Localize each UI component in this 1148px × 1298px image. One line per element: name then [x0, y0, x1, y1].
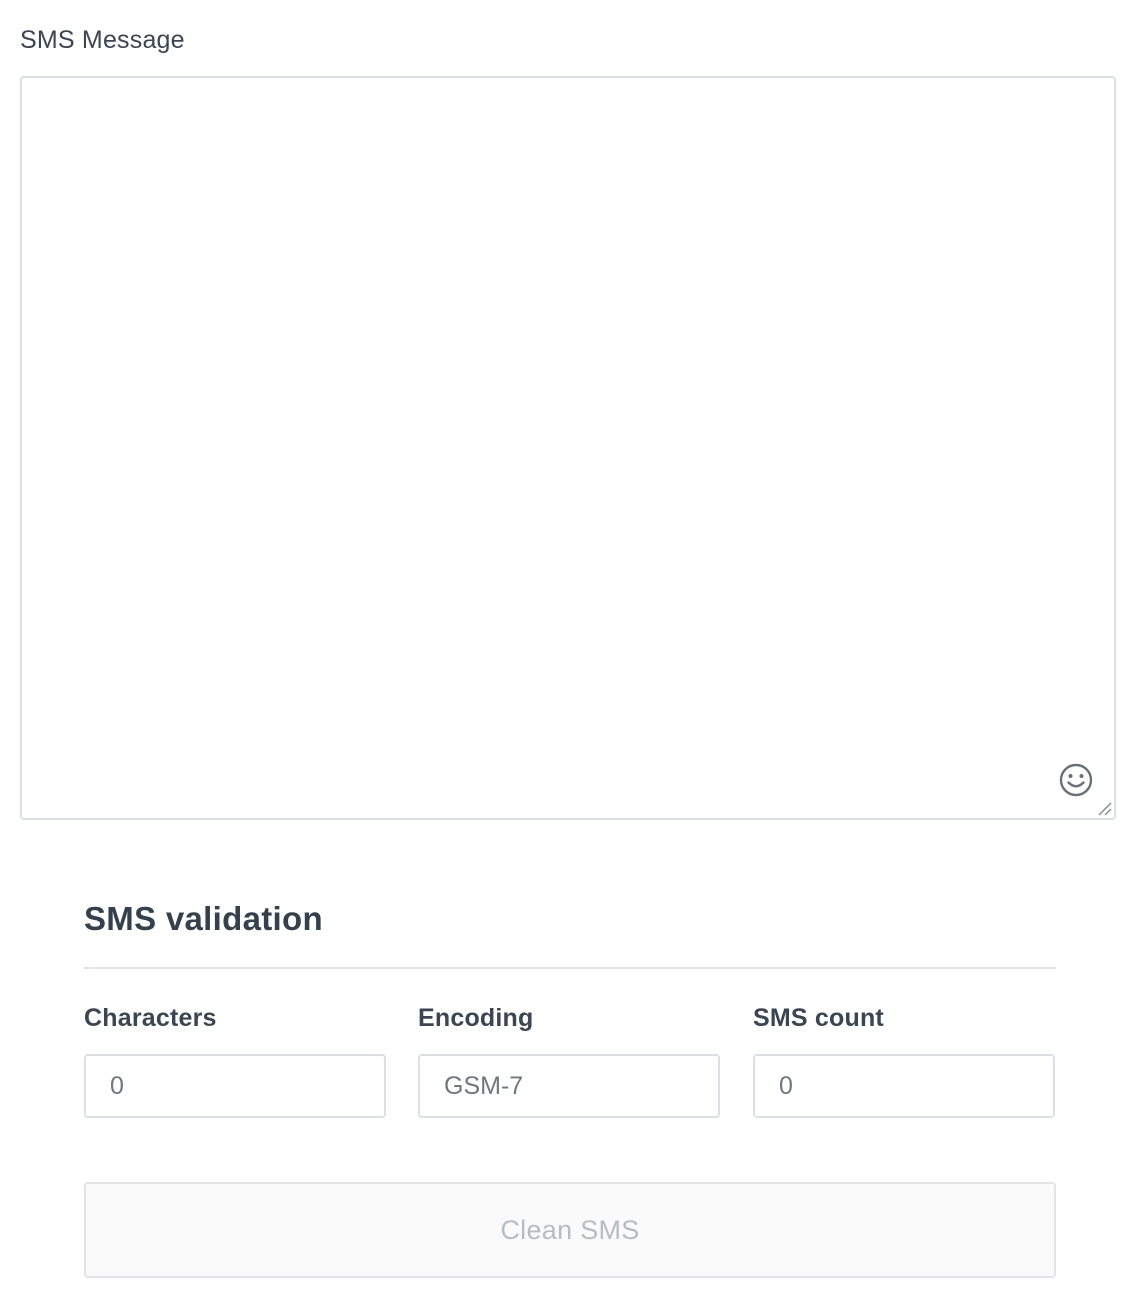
characters-label: Characters — [84, 1004, 217, 1032]
smiley-face-icon[interactable] — [1058, 762, 1094, 798]
sms-validation-heading: SMS validation — [84, 900, 323, 937]
encoding-label: Encoding — [418, 1004, 534, 1032]
sms-count-field[interactable] — [753, 1054, 1055, 1118]
sms-message-textarea[interactable] — [22, 78, 1114, 818]
characters-input[interactable] — [86, 1056, 384, 1116]
encoding-input[interactable] — [420, 1056, 718, 1116]
sms-count-label: SMS count — [753, 1004, 884, 1032]
sms-count-input[interactable] — [755, 1056, 1053, 1116]
sms-message-field[interactable] — [20, 76, 1116, 820]
resize-grip-icon[interactable] — [1096, 800, 1112, 816]
sms-message-label: SMS Message — [20, 26, 185, 54]
clean-sms-button[interactable]: Clean SMS — [84, 1182, 1056, 1278]
encoding-field[interactable] — [418, 1054, 720, 1118]
characters-field[interactable] — [84, 1054, 386, 1118]
section-divider — [84, 967, 1056, 969]
